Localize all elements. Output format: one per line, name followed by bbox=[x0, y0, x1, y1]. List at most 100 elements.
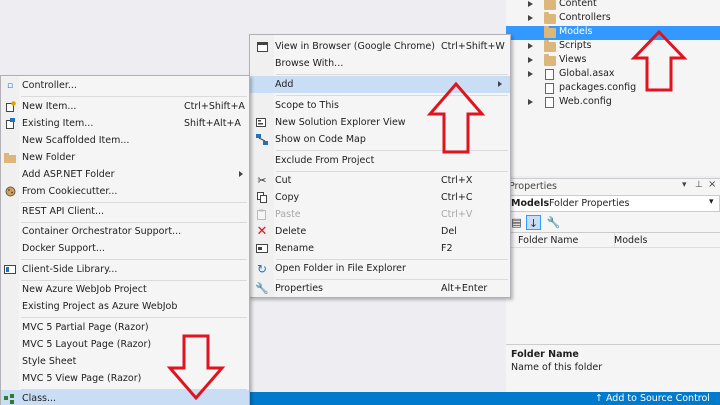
menu-item-label: From Cookiecutter... bbox=[22, 186, 118, 197]
menu-item-label: Open Folder in File Explorer bbox=[275, 263, 406, 274]
tree-item-controllers[interactable]: Controllers bbox=[506, 12, 720, 26]
menu-item-new-folder[interactable]: New Folder bbox=[1, 149, 249, 166]
menu-separator bbox=[21, 259, 247, 260]
status-bar: ↑ Add to Source Control bbox=[250, 392, 720, 405]
alphabetical-icon[interactable]: ↓ bbox=[526, 215, 541, 230]
expand-arrow-icon[interactable] bbox=[528, 1, 533, 7]
pin-icon[interactable]: ⊥ bbox=[695, 180, 703, 190]
menu-item-open-folder-in-file-explorer[interactable]: ↻ Open Folder in File Explorer bbox=[250, 260, 510, 277]
menu-item-copy[interactable]: Copy Ctrl+C bbox=[250, 189, 510, 206]
tree-item-label: Models bbox=[559, 26, 593, 37]
menu-item-add-aspnet-folder[interactable]: Add ASP.NET Folder bbox=[1, 166, 249, 183]
dropdown-icon[interactable]: ▾ bbox=[682, 180, 687, 190]
menu-item-view-in-browser[interactable]: View in Browser (Google Chrome) Ctrl+Shi… bbox=[250, 38, 510, 55]
menu-item-shortcut: Del bbox=[441, 226, 457, 237]
property-name: Folder Name bbox=[518, 235, 579, 246]
menu-item-shortcut: Ctrl+V bbox=[441, 209, 473, 220]
menu-item-rest-api-client[interactable]: REST API Client... bbox=[1, 203, 249, 220]
menu-item-label: Controller... bbox=[22, 80, 77, 91]
expand-arrow-icon[interactable] bbox=[528, 15, 533, 21]
submenu-arrow-icon bbox=[498, 81, 502, 87]
property-row[interactable]: Folder Name Models bbox=[506, 232, 720, 248]
menu-item-new-scaffolded-item[interactable]: New Scaffolded Item... bbox=[1, 132, 249, 149]
menu-item-label: Container Orchestrator Support... bbox=[22, 226, 182, 237]
properties-title: Properties bbox=[509, 181, 558, 192]
menu-item-exclude-from-project[interactable]: Exclude From Project bbox=[250, 152, 510, 169]
menu-item-container-orchestrator-support[interactable]: Container Orchestrator Support... bbox=[1, 223, 249, 240]
expand-arrow-icon[interactable] bbox=[528, 71, 533, 77]
menu-item-new-item[interactable]: New Item... Ctrl+Shift+A bbox=[1, 98, 249, 115]
menu-item-label: New Azure WebJob Project bbox=[22, 284, 147, 295]
tree-item-web-config[interactable]: Web.config bbox=[506, 96, 720, 110]
rename-icon bbox=[255, 242, 269, 256]
menu-item-controller[interactable]: ▫ Controller... bbox=[1, 77, 249, 94]
menu-item-label: Style Sheet bbox=[22, 356, 77, 367]
close-icon[interactable]: × bbox=[708, 179, 716, 190]
browser-icon bbox=[255, 40, 269, 54]
menu-item-label: Paste bbox=[275, 209, 301, 220]
menu-item-cut[interactable]: ✂ Cut Ctrl+X bbox=[250, 172, 510, 189]
new-view-icon bbox=[255, 116, 269, 130]
menu-item-new-azure-webjob-project[interactable]: New Azure WebJob Project bbox=[1, 281, 249, 298]
code-map-icon bbox=[255, 133, 269, 147]
tree-item-global-asax[interactable]: Global.asax bbox=[506, 68, 720, 82]
tree-item-label: Web.config bbox=[559, 96, 612, 107]
menu-item-shortcut: F2 bbox=[441, 243, 453, 254]
menu-item-docker-support[interactable]: Docker Support... bbox=[1, 240, 249, 257]
menu-item-shortcut: Shift+Alt+A bbox=[184, 118, 241, 129]
menu-item-properties[interactable]: 🔧 Properties Alt+Enter bbox=[250, 280, 510, 297]
tree-item-scripts[interactable]: Scripts bbox=[506, 40, 720, 54]
menu-item-label: New Item... bbox=[22, 101, 77, 112]
folder-icon bbox=[544, 40, 556, 52]
folder-icon bbox=[544, 12, 556, 24]
menu-item-label: Class... bbox=[22, 393, 57, 404]
chevron-down-icon[interactable]: ▾ bbox=[709, 197, 714, 207]
wrench-icon: 🔧 bbox=[255, 282, 269, 295]
folder-icon bbox=[544, 0, 556, 10]
menu-item-label: Add bbox=[275, 79, 294, 90]
tree-item-content[interactable]: Content bbox=[506, 0, 720, 12]
menu-item-label: REST API Client... bbox=[22, 206, 105, 217]
file-icon bbox=[545, 83, 554, 94]
menu-item-label: Browse With... bbox=[275, 58, 344, 69]
menu-separator bbox=[276, 74, 508, 75]
properties-toolbar: ▤ ↓ 🔧 bbox=[506, 214, 720, 231]
folder-icon bbox=[3, 151, 17, 165]
menu-item-delete[interactable]: ✕ Delete Del bbox=[250, 223, 510, 240]
menu-item-browse-with[interactable]: Browse With... bbox=[250, 55, 510, 72]
menu-item-label: MVC 5 Layout Page (Razor) bbox=[22, 339, 152, 350]
menu-item-existing-project-as-azure-webjob[interactable]: Existing Project as Azure WebJob bbox=[1, 298, 249, 315]
up-arrow-annotation bbox=[630, 29, 688, 92]
menu-item-label: Exclude From Project bbox=[275, 155, 375, 166]
menu-item-label: Copy bbox=[275, 192, 300, 203]
menu-item-shortcut: Alt+Enter bbox=[441, 283, 488, 294]
description-text: Name of this folder bbox=[511, 362, 603, 373]
menu-item-label: MVC 5 View Page (Razor) bbox=[22, 373, 142, 384]
menu-item-rename[interactable]: Rename F2 bbox=[250, 240, 510, 257]
object-selector[interactable]: Models Folder Properties ▾ bbox=[506, 195, 720, 212]
add-to-source-control[interactable]: ↑ Add to Source Control bbox=[595, 393, 710, 404]
tree-item-views[interactable]: Views bbox=[506, 54, 720, 68]
expand-arrow-icon[interactable] bbox=[528, 43, 533, 49]
property-value[interactable]: Models bbox=[614, 235, 647, 246]
tree-item-label: Views bbox=[559, 54, 587, 65]
tree-item-models[interactable]: Models bbox=[506, 26, 720, 40]
down-arrow-annotation bbox=[166, 334, 226, 401]
tree-item-packages-config[interactable]: packages.config bbox=[506, 82, 720, 96]
menu-item-label: Client-Side Library... bbox=[22, 264, 118, 275]
object-name: Models bbox=[511, 198, 550, 209]
menu-separator bbox=[21, 317, 247, 318]
expand-arrow-icon[interactable] bbox=[528, 99, 533, 105]
delete-icon: ✕ bbox=[256, 224, 268, 239]
object-type: Folder Properties bbox=[549, 198, 630, 209]
menu-item-from-cookiecutter[interactable]: From Cookiecutter... bbox=[1, 183, 249, 200]
menu-item-label: Properties bbox=[275, 283, 324, 294]
menu-item-client-side-library[interactable]: Client-Side Library... bbox=[1, 261, 249, 278]
menu-separator bbox=[21, 96, 247, 97]
categorized-icon[interactable]: ▤ bbox=[509, 215, 524, 230]
property-pages-icon[interactable]: 🔧 bbox=[546, 215, 561, 230]
menu-item-paste[interactable]: Paste Ctrl+V bbox=[250, 206, 510, 223]
expand-arrow-icon[interactable] bbox=[528, 57, 533, 63]
menu-item-existing-item[interactable]: Existing Item... Shift+Alt+A bbox=[1, 115, 249, 132]
file-icon bbox=[545, 97, 554, 108]
